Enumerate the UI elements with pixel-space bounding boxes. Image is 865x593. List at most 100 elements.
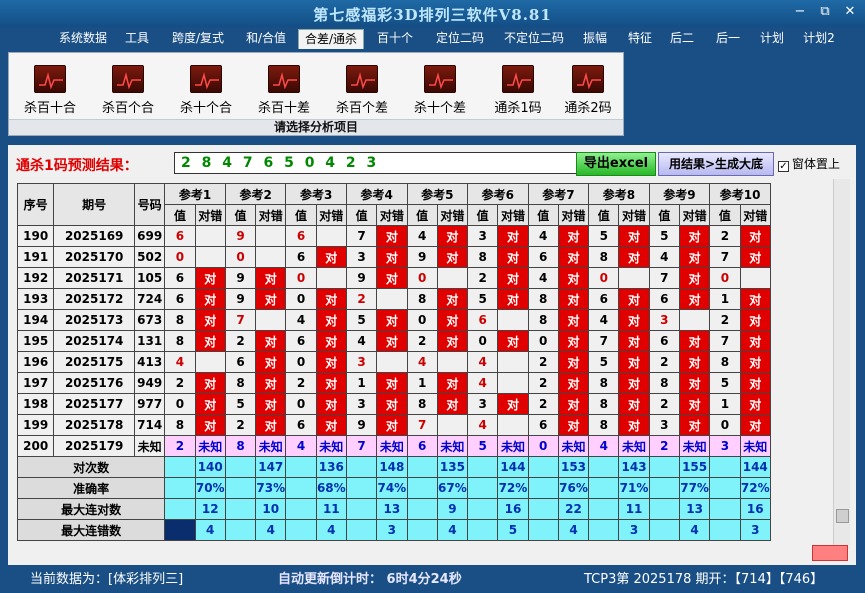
close-button[interactable]: ✕ [840,4,860,19]
ribbon-button-1[interactable]: 杀百个合 [95,65,161,116]
period-cell: 2025179 [53,435,136,457]
ref-value-cell: 8 [588,372,620,394]
ref-hit-cell: 对 [618,288,650,310]
main-panel: 通杀1码预测结果： 2 8 4 7 6 5 0 4 2 3 导出excel 用结… [8,145,856,565]
stats-value: 3 [376,519,408,541]
pin-window-checkbox[interactable]: ✓ 窗体置上 [778,155,840,172]
stats-spacer [345,519,378,541]
menu-item-3[interactable]: 和/合值 [238,29,294,49]
ref-hit-cell: 对 [376,330,408,352]
ref-hit-cell: 对 [557,225,590,247]
ref-hit-cell [497,414,529,436]
ref-value-cell: 0 [285,288,317,310]
ribbon-button-0[interactable]: 杀百十合 [17,65,83,116]
ribbon-button-7[interactable]: 通杀2码 [555,65,621,116]
stats-value: 144 [497,456,529,478]
ref-value-cell: 2 [527,372,559,394]
title-bar: 第七感福彩3D排列三软件V8.81 − ⧉ ✕ [0,0,865,27]
checkbox-icon[interactable]: ✓ [778,161,789,172]
stats-spacer [164,519,196,541]
stats-value: 144 [739,456,771,478]
ref-hit-cell: 对 [557,309,590,331]
ref-hit-cell: 对 [739,414,771,436]
ribbon-button-6[interactable]: 通杀1码 [485,65,551,116]
menu-item-7[interactable]: 不定位二码 [496,29,572,49]
ref-hit-cell [739,267,771,289]
ref-hit-cell: 对 [497,288,529,310]
ref-value-cell: 0 [467,330,499,352]
stats-row: 对次数 140 147 136 148 135 144 153 143 155 144 [16,456,771,478]
ref-value-cell: 9 [345,267,378,289]
stats-value: 9 [436,498,469,520]
minimize-button[interactable]: − [790,4,810,19]
scrollbar-thumb[interactable] [836,509,849,523]
export-excel-button[interactable]: 导出excel [576,152,656,176]
menu-item-5[interactable]: 百十个 [372,29,418,49]
ref-hit-cell: 对 [376,267,408,289]
stats-value: 67% [436,477,469,499]
menu-item-10[interactable]: 后二 [664,29,700,49]
menu-item-1[interactable]: 工具 [120,29,154,49]
ref-value-cell: 5 [467,435,499,457]
stats-value: 72% [497,477,529,499]
ref-value-cell: 4 [164,351,196,373]
menu-item-2[interactable]: 跨度/复式 [164,29,232,49]
stats-label: 准确率 [16,477,166,499]
period-cell: 2025170 [53,246,136,268]
menu-item-6[interactable]: 定位二码 [428,29,492,49]
ref-value-cell: 8 [467,246,499,268]
ref-hit-cell: 对 [678,225,711,247]
ref-value-cell: 6 [164,267,196,289]
ref-value-cell: 7 [709,330,741,352]
stats-spacer [406,456,438,478]
stats-value: 71% [618,477,650,499]
subheader-value: 值 [406,204,438,226]
menu-item-8[interactable]: 振幅 [578,29,612,49]
stats-value: 4 [194,519,226,541]
menu-item-9[interactable]: 特征 [622,29,658,49]
stats-spacer [527,477,559,499]
ref-value-cell: 0 [164,246,196,268]
menu-item-4[interactable]: 合差/通杀 [298,29,364,49]
ref-hit-cell: 对 [739,351,771,373]
ref-value-cell: 0 [164,393,196,415]
ribbon-button-3[interactable]: 杀百十差 [251,65,317,116]
period-cell: 2025177 [53,393,136,415]
ref-value-cell: 5 [709,372,741,394]
menu-item-11[interactable]: 后一 [710,29,746,49]
restore-button[interactable]: ⧉ [815,4,835,19]
ribbon-button-5[interactable]: 杀十个差 [407,65,473,116]
table-row: 194 2025173 673 8 对 7 4 对 5 对 0 对 6 8 对 4 对 3 2 对 [16,309,771,331]
seq-cell: 195 [16,330,55,352]
generate-base-button[interactable]: 用结果>生成大底 [658,152,774,176]
ref-hit-cell: 对 [436,225,469,247]
ribbon-button-2[interactable]: 杀十个合 [173,65,239,116]
ref-hit-cell [618,267,650,289]
ref-hit-cell: 对 [618,393,650,415]
menu-item-0[interactable]: 系统数据 [52,29,114,49]
menu-item-12[interactable]: 计划 [754,29,790,49]
ref-hit-cell: 对 [618,372,650,394]
stats-value: 10 [255,498,287,520]
ref-hit-cell [497,372,529,394]
ref-hit-cell: 对 [678,393,711,415]
stats-value: 16 [739,498,771,520]
prediction-result-field[interactable]: 2 8 4 7 6 5 0 4 2 3 [174,152,578,174]
ref-value-cell: 4 [588,309,620,331]
subheader-hit: 对错 [618,204,650,226]
ref-hit-cell: 对 [557,414,590,436]
stats-label: 最大连错数 [16,519,166,541]
ref-hit-cell [436,414,469,436]
stats-spacer [588,519,620,541]
ref-value-cell: 6 [648,288,680,310]
ref-hit-cell: 对 [618,246,650,268]
ref-value-cell: 6 [224,351,257,373]
ref-value-cell: 4 [345,330,378,352]
ref-hit-cell: 对 [557,330,590,352]
menu-item-13[interactable]: 计划2 [798,29,840,49]
seq-cell: 190 [16,225,55,247]
vertical-scrollbar[interactable] [833,179,850,549]
stats-spacer [527,456,559,478]
subheader-value: 值 [709,204,741,226]
ribbon-button-4[interactable]: 杀百个差 [329,65,395,116]
